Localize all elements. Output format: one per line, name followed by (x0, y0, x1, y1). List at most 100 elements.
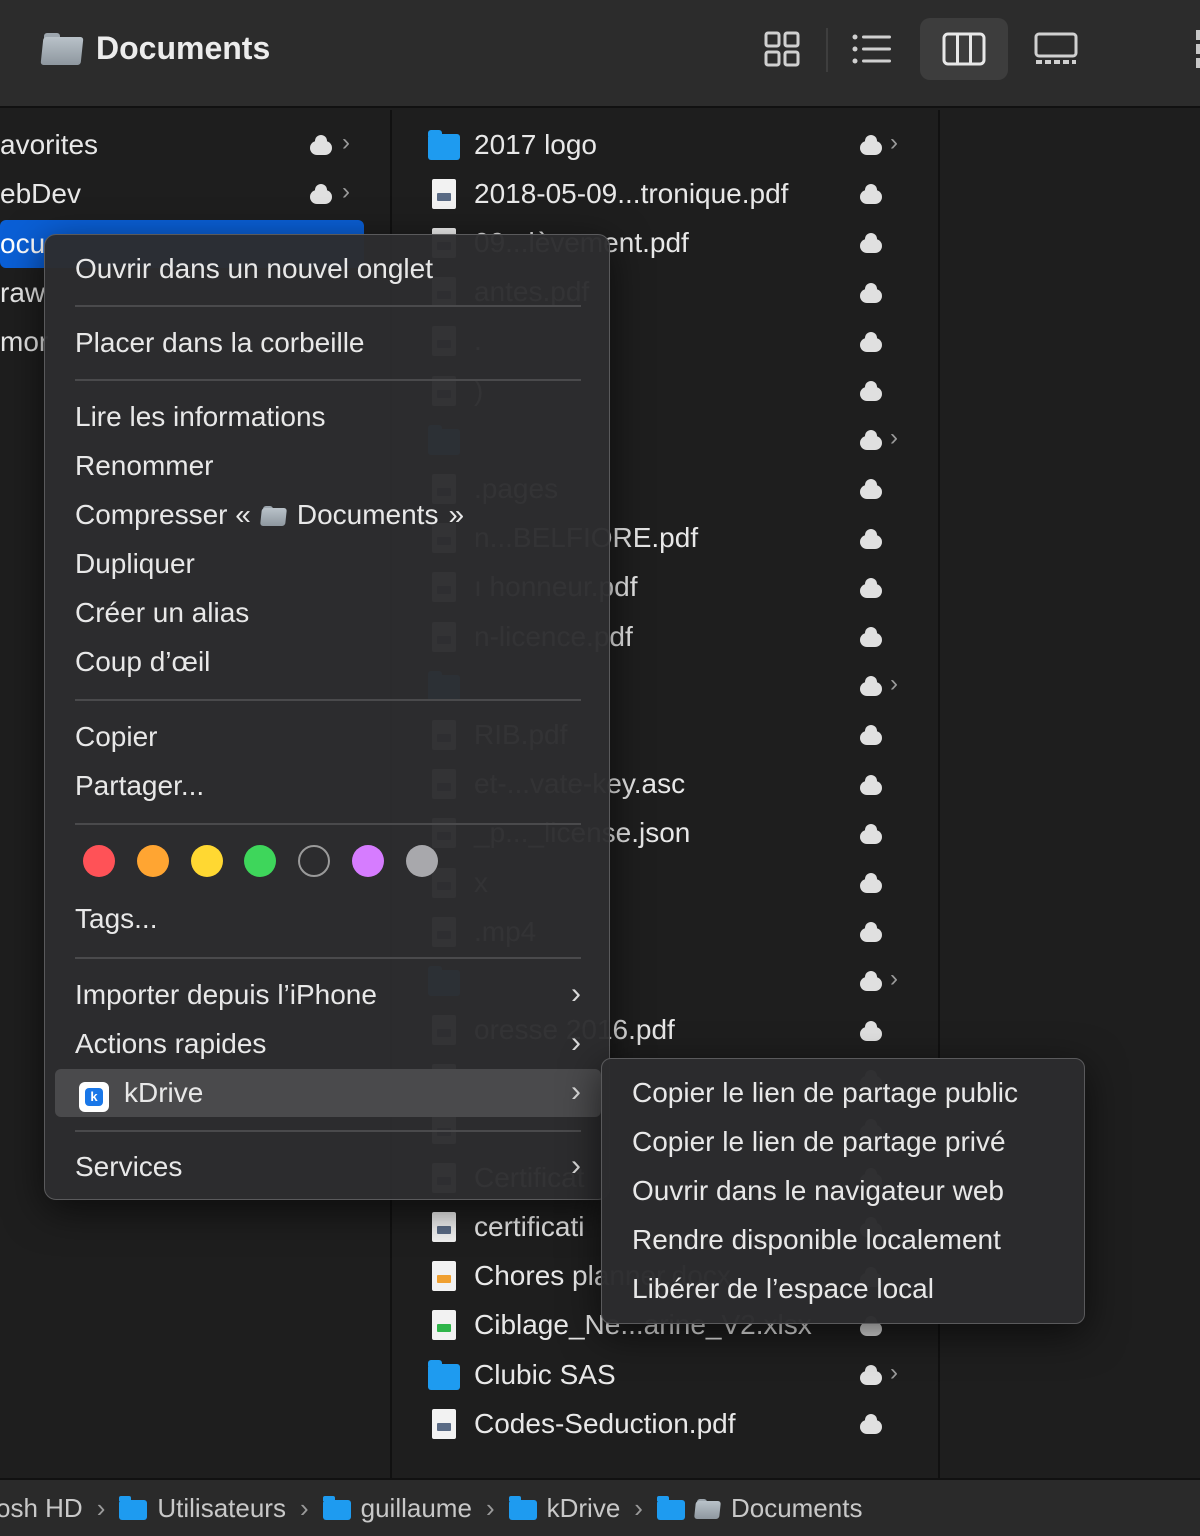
submenu-item-copy-public-link[interactable]: Copier le lien de partage public (632, 1077, 1018, 1109)
xlsx-file-icon (428, 1310, 460, 1341)
window-title: Documents (40, 26, 271, 70)
file-name: 2017 logo (474, 128, 598, 160)
menu-item-tags[interactable]: Tags... (75, 903, 157, 935)
chevron-right-icon: › (342, 178, 350, 205)
group-button[interactable] (1188, 22, 1200, 74)
list-icon (852, 34, 891, 64)
tag-color-dot[interactable] (405, 845, 438, 877)
file-name: certificati (474, 1210, 585, 1242)
gallery-icon (1034, 32, 1078, 64)
tag-color-dot[interactable] (244, 845, 277, 877)
path-item-kdrive[interactable]: kDrive (508, 1492, 621, 1524)
cloud-icon (860, 135, 882, 155)
cloud-icon (860, 528, 882, 549)
pdf-file-icon (428, 178, 460, 209)
folder-icon (508, 1496, 537, 1520)
file-row[interactable]: Codes-Seduction.pdf (428, 1399, 928, 1448)
cloud-icon (860, 873, 882, 893)
menu-item-get-info[interactable]: Lire les informations (75, 401, 326, 433)
tag-color-dot[interactable] (83, 845, 115, 877)
menu-item-compress-suffix: » (448, 499, 465, 530)
menu-separator (75, 957, 581, 959)
path-item-home[interactable]: guillaume (322, 1492, 472, 1524)
column-view-button[interactable] (920, 18, 1008, 80)
cloud-icon (860, 331, 882, 352)
chevron-right-icon: › (571, 1149, 581, 1182)
tag-color-dot[interactable] (298, 845, 331, 877)
cloud-icon (860, 676, 882, 697)
path-item-label: osh HD (0, 1492, 83, 1523)
list-item-label: mor (0, 325, 49, 357)
submenu-item-free-up-space[interactable]: Libérer de l’espace local (632, 1273, 934, 1305)
list-item[interactable]: avorites › (0, 120, 360, 169)
list-item-label: ocu (0, 228, 46, 259)
menu-separator (75, 699, 581, 701)
cloud-icon (860, 823, 882, 844)
chevron-right-icon: › (571, 1026, 581, 1059)
menu-separator (75, 379, 581, 381)
menu-separator (75, 823, 581, 825)
cloud-icon (860, 1414, 882, 1435)
path-item-documents[interactable]: Documents (656, 1493, 862, 1524)
gallery-view-button[interactable] (1012, 18, 1100, 80)
menu-item-trash[interactable]: Placer dans la corbeille (75, 327, 365, 359)
list-item[interactable]: ebDev › (0, 169, 360, 218)
chevron-right-icon: › (485, 1492, 495, 1523)
path-item-label: guillaume (360, 1492, 472, 1523)
menu-item-label: Importer depuis l’iPhone (75, 979, 377, 1010)
path-item-disk[interactable]: osh HD (0, 1493, 83, 1524)
cloud-icon (860, 1020, 882, 1041)
submenu-item-copy-private-link[interactable]: Copier le lien de partage privé (632, 1126, 1006, 1158)
chevron-right-icon: › (890, 1359, 898, 1386)
chevron-right-icon: › (890, 670, 898, 698)
documents-folder-icon (694, 1497, 721, 1519)
menu-item-duplicate[interactable]: Dupliquer (75, 548, 195, 580)
menu-item-services[interactable]: Services › (75, 1149, 581, 1183)
file-row[interactable]: Clubic SAS › (428, 1350, 928, 1399)
file-name: 2018-05-09...tronique.pdf (474, 177, 789, 209)
list-view-button[interactable] (828, 18, 916, 80)
folder-icon (428, 129, 460, 160)
file-row[interactable]: 2018-05-09...tronique.pdf (428, 169, 928, 218)
menu-separator (75, 305, 581, 307)
cloud-icon (860, 184, 882, 205)
cloud-icon (860, 430, 882, 451)
cloud-icon (860, 774, 882, 795)
home-folder-icon (322, 1496, 351, 1520)
menu-separator (75, 1130, 581, 1132)
tag-color-dot[interactable] (352, 845, 384, 877)
menu-item-compress-prefix: Compresser « (75, 499, 251, 530)
tag-color-dot[interactable] (136, 845, 169, 877)
users-folder-icon (119, 1496, 148, 1520)
submenu-item-open-browser[interactable]: Ouvrir dans le navigateur web (632, 1175, 1004, 1207)
submenu-item-make-available-offline[interactable]: Rendre disponible localement (632, 1224, 1001, 1256)
menu-item-quick-actions[interactable]: Actions rapides › (75, 1026, 581, 1060)
kdrive-submenu: Copier le lien de partage public Copier … (601, 1058, 1085, 1324)
menu-item-quick-look[interactable]: Coup d’œil (75, 646, 210, 678)
folder-icon (259, 504, 287, 526)
menu-item-rename[interactable]: Renommer (75, 450, 213, 482)
menu-item-compress[interactable]: Compresser « Documents » (75, 499, 464, 531)
tag-color-dot[interactable] (190, 845, 223, 877)
list-item-label: raw (0, 276, 46, 308)
path-item-label: kDrive (546, 1492, 621, 1523)
list-item-label: avorites (0, 128, 99, 160)
icon-view-button[interactable] (738, 18, 826, 80)
file-name: Codes-Seduction.pdf (474, 1407, 736, 1439)
path-item-users[interactable]: Utilisateurs (119, 1493, 286, 1524)
file-row[interactable]: 2017 logo › (428, 120, 928, 169)
menu-item-copy[interactable]: Copier (75, 721, 157, 753)
cloud-icon (860, 381, 882, 401)
kdrive-icon: k (79, 1082, 109, 1112)
cloud-icon (860, 233, 882, 254)
menu-item-kdrive-label: kDrive › (124, 1075, 581, 1109)
menu-item-import-iphone[interactable]: Importer depuis l’iPhone › (75, 977, 581, 1011)
chevron-right-icon: › (890, 965, 898, 993)
window-title-text: Documents (96, 29, 271, 66)
menu-item-make-alias[interactable]: Créer un alias (75, 597, 249, 629)
menu-item-share[interactable]: Partager... (75, 770, 204, 802)
chevron-right-icon: › (890, 424, 898, 452)
chevron-right-icon: › (634, 1492, 643, 1523)
menu-item-open-new-tab[interactable]: Ouvrir dans un nouvel onglet (75, 253, 433, 285)
chevron-right-icon: › (571, 977, 581, 1010)
